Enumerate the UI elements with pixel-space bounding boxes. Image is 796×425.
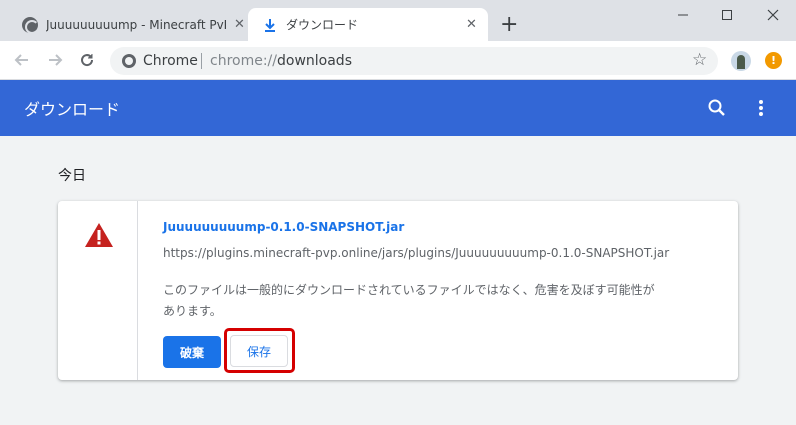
download-icon	[262, 17, 278, 33]
minimize-button[interactable]	[660, 0, 706, 30]
warning-message: このファイルは一般的にダウンロードされているファイルではなく、危害を及ぼす可能性…	[163, 283, 655, 318]
more-actions-icon[interactable]	[750, 97, 772, 119]
new-tab-button[interactable]: +	[500, 14, 518, 36]
downloads-header: ダウンロード	[0, 80, 796, 136]
url-text: chrome://downloads	[210, 53, 352, 69]
file-url[interactable]: https://plugins.minecraft-pvp.online/jar…	[163, 246, 669, 260]
back-button[interactable]	[11, 49, 33, 71]
maximize-button[interactable]	[704, 0, 750, 30]
keep-button-highlight	[224, 328, 295, 373]
url-scheme: chrome://	[210, 53, 277, 69]
discard-button[interactable]: 破棄	[163, 336, 221, 368]
tab-downloads[interactable]: ダウンロード ✕	[248, 8, 488, 41]
url-path: downloads	[277, 53, 352, 69]
tab-close-icon[interactable]: ✕	[466, 17, 477, 32]
page-title: ダウンロード	[24, 100, 121, 119]
tab-title: Juuuuuuuuump - Minecraft PvP (	[46, 17, 226, 32]
search-icon[interactable]	[706, 97, 728, 119]
downloads-content: 今日 Juuuuuuuuump-0.1.0-SNAPSHOT.jar https…	[0, 136, 796, 425]
tab-close-icon[interactable]: ✕	[234, 17, 245, 32]
profile-avatar[interactable]	[731, 51, 751, 71]
site-label: Chrome	[143, 53, 198, 69]
tab-strip: Juuuuuuuuump - Minecraft PvP ( ✕ ダウンロード …	[0, 0, 796, 41]
tab-title: ダウンロード	[286, 18, 359, 32]
omnibox-separator	[201, 53, 202, 69]
chrome-page-icon	[122, 54, 136, 68]
forward-button[interactable]	[44, 49, 66, 71]
update-alert-icon[interactable]: !	[765, 52, 782, 69]
address-bar[interactable]: Chrome chrome://downloads	[110, 47, 718, 75]
warning-icon	[84, 222, 114, 248]
download-item: Juuuuuuuuump-0.1.0-SNAPSHOT.jar https://…	[58, 201, 738, 380]
reload-button[interactable]	[76, 49, 98, 71]
bookmark-star-icon[interactable]: ☆	[692, 50, 707, 70]
tab-minecraft[interactable]: Juuuuuuuuump - Minecraft PvP ( ✕	[8, 8, 248, 41]
file-name-link[interactable]: Juuuuuuuuump-0.1.0-SNAPSHOT.jar	[163, 220, 404, 234]
download-icon-column	[58, 201, 138, 380]
close-window-button[interactable]	[750, 0, 796, 30]
date-heading: 今日	[58, 168, 86, 184]
browser-toolbar: Chrome chrome://downloads ☆ !	[0, 41, 796, 80]
globe-icon	[22, 17, 39, 34]
